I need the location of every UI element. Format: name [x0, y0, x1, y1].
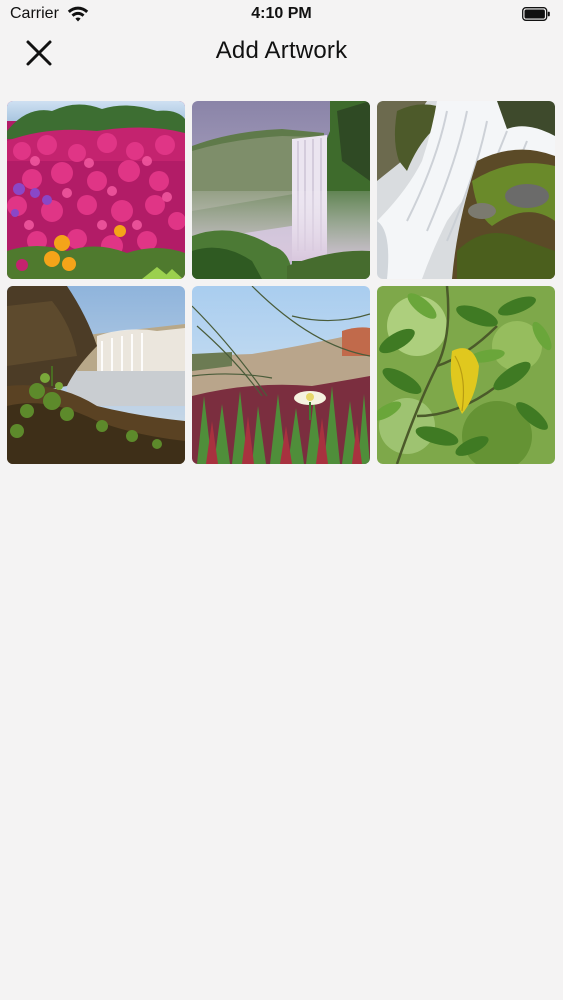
artwork-grid [7, 101, 556, 464]
green-leaves-image [377, 286, 555, 464]
artwork-tile-waterfall-rocks[interactable] [377, 101, 555, 279]
waterfall-rocks-image [377, 101, 555, 279]
coastal-plants-image [192, 286, 370, 464]
artwork-tile-waterfall[interactable] [192, 101, 370, 279]
waterfall-image [192, 101, 370, 279]
artwork-tile-coastal-plants[interactable] [192, 286, 370, 464]
page-title: Add Artwork [215, 37, 348, 64]
artwork-tile-pink-flowers[interactable] [7, 101, 185, 279]
pink-flowers-image [7, 101, 185, 279]
artwork-tile-waterfall-landscape[interactable] [7, 286, 185, 464]
battery-icon [522, 7, 550, 21]
nav-bar: Add Artwork [0, 30, 563, 74]
waterfall-landscape-image [7, 286, 185, 464]
status-bar: Carrier 4:10 PM [0, 0, 563, 30]
clock: 4:10 PM [251, 5, 312, 22]
artwork-tile-green-leaves[interactable] [377, 286, 555, 464]
